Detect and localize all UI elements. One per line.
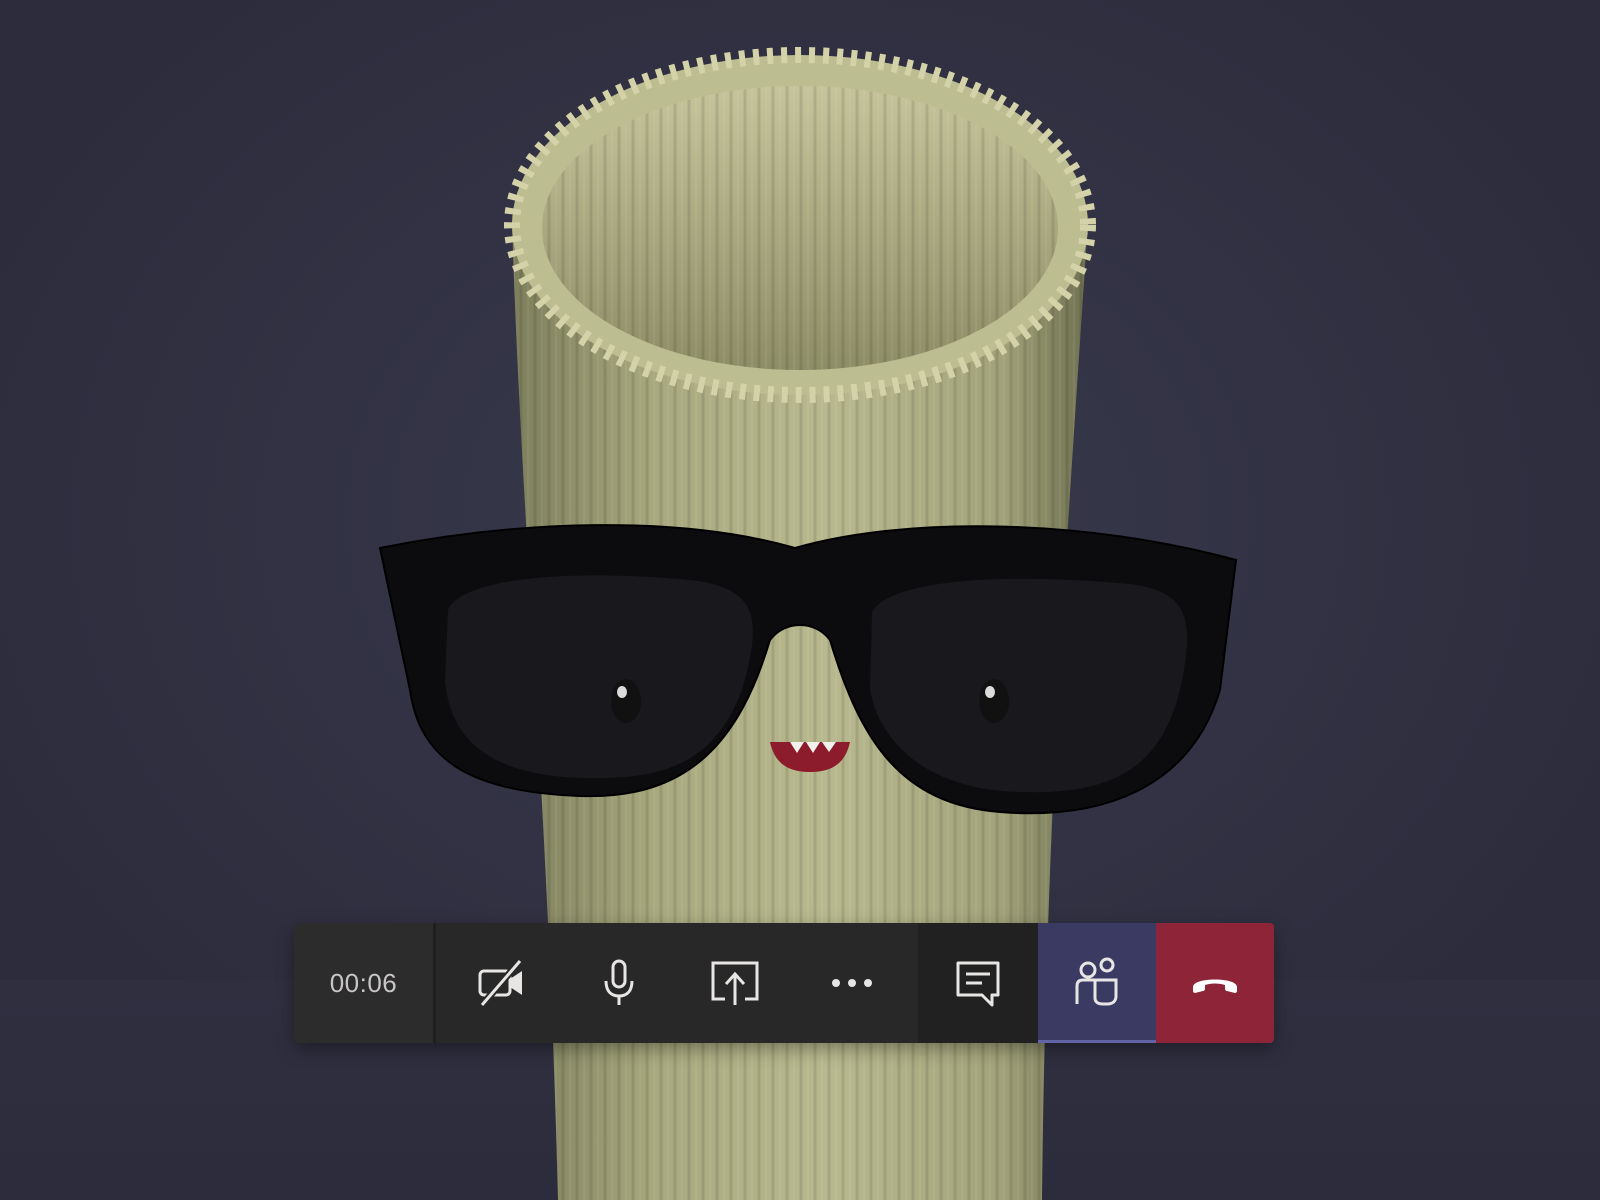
share-screen-button[interactable] [690,938,780,1028]
participants-button[interactable] [1038,923,1156,1043]
hang-up-button[interactable] [1156,923,1274,1043]
chat-button[interactable] [918,923,1038,1043]
participants-icon [1075,957,1118,1005]
left-eye [611,679,641,723]
hang-up-icon [1193,979,1237,993]
camera-off-icon [478,958,523,1008]
call-controls-bar: 00:06 [294,923,1274,1043]
more-options-icon [831,979,872,987]
microphone-toggle-button[interactable] [574,938,664,1028]
right-eye [979,679,1009,723]
call-duration: 00:06 [294,923,436,1043]
share-screen-icon [711,961,759,1005]
right-lens [870,578,1188,793]
camera-toggle-button[interactable] [457,938,547,1028]
media-controls [436,923,918,1043]
chat-icon [956,961,1000,1007]
more-options-button[interactable] [807,938,897,1028]
microphone-icon [604,959,634,1005]
